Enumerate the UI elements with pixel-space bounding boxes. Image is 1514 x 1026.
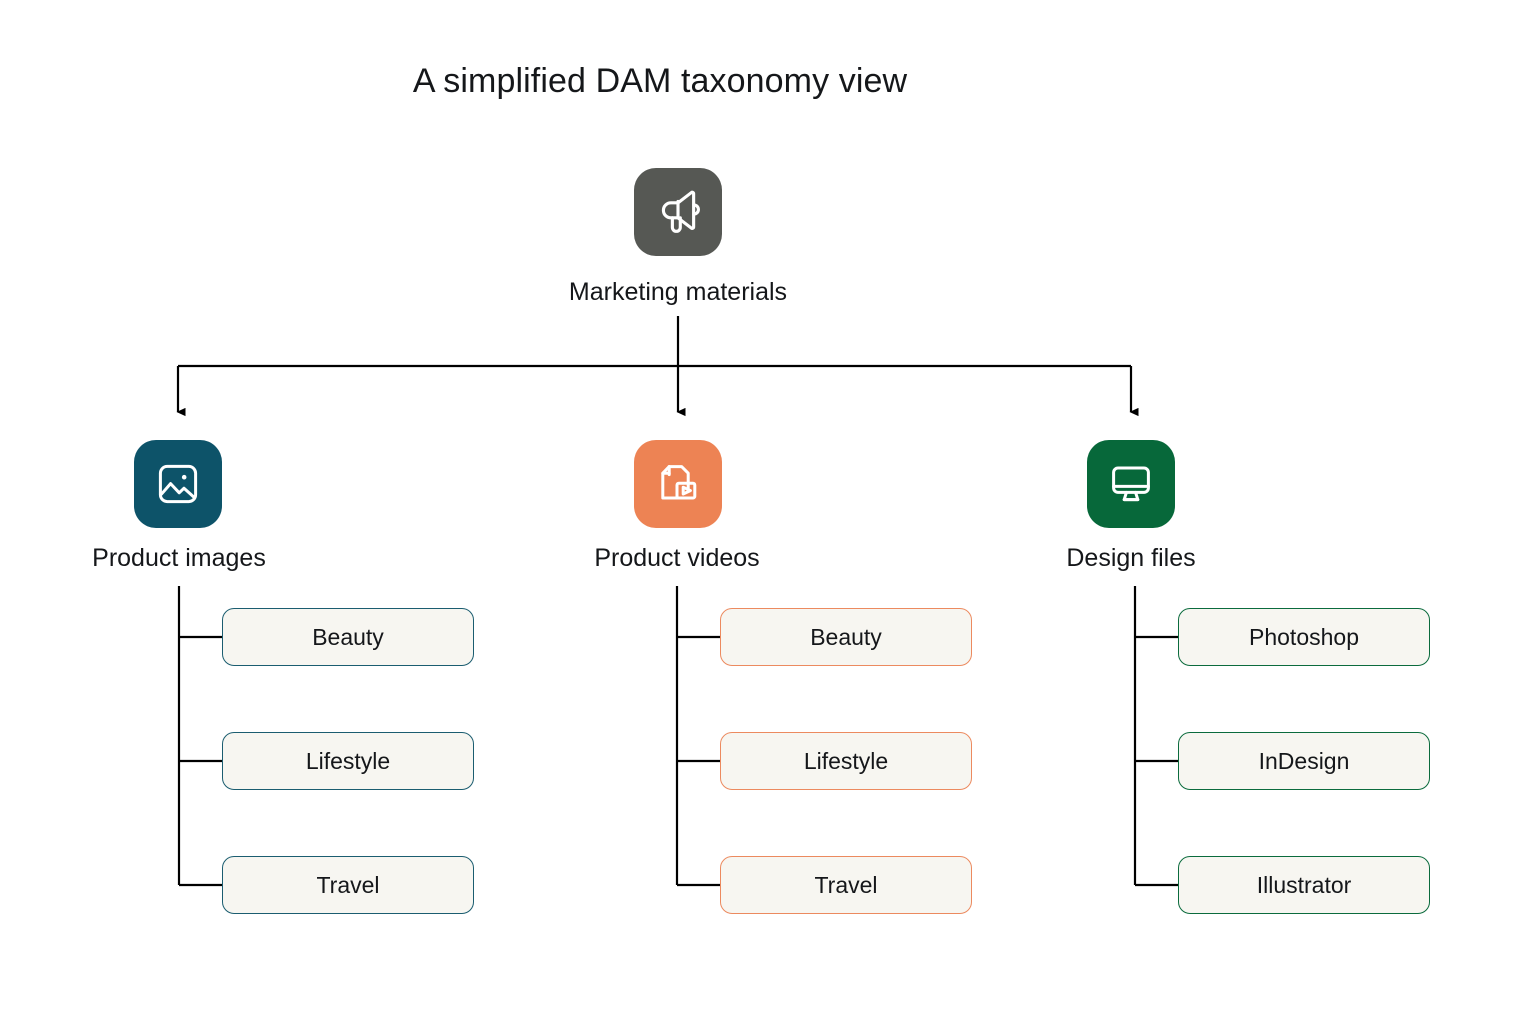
leaf-label: Illustrator (1256, 871, 1352, 898)
leaf-node[interactable]: Beauty (720, 608, 972, 666)
branch-tile-product-videos[interactable] (634, 440, 722, 528)
branch-label-design-files: Design files (1066, 544, 1196, 572)
leaf-label: Travel (814, 871, 878, 898)
branch-label-product-videos: Product videos (594, 544, 760, 572)
leaf-node[interactable]: Travel (720, 856, 972, 914)
leaf-node[interactable]: Illustrator (1178, 856, 1430, 914)
leaf-node[interactable]: Beauty (222, 608, 474, 666)
leaf-label: Lifestyle (305, 747, 391, 774)
diagram-canvas: A simplified DAM taxonomy view Marketing… (0, 0, 1514, 1026)
leaf-node[interactable]: Lifestyle (222, 732, 474, 790)
leaf-node[interactable]: InDesign (1178, 732, 1430, 790)
image-icon (158, 464, 198, 504)
leaf-node[interactable]: Lifestyle (720, 732, 972, 790)
leaf-node[interactable]: Photoshop (1178, 608, 1430, 666)
monitor-icon (1112, 466, 1150, 502)
leaf-label: Beauty (810, 623, 882, 650)
leaf-label: Lifestyle (803, 747, 889, 774)
leaf-node[interactable]: Travel (222, 856, 474, 914)
branch-tile-design-files[interactable] (1087, 440, 1175, 528)
root-node-label: Marketing materials (568, 278, 788, 306)
video-document-icon (661, 465, 697, 500)
megaphone-icon (661, 190, 700, 233)
leaf-label: Travel (316, 871, 380, 898)
branch-label-product-images: Product images (92, 544, 266, 572)
leaf-label: Photoshop (1249, 623, 1359, 650)
page-title: A simplified DAM taxonomy view (412, 62, 908, 100)
root-node-tile[interactable] (634, 168, 722, 256)
branch-tile-product-images[interactable] (134, 440, 222, 528)
leaf-label: Beauty (312, 623, 384, 650)
leaf-label: InDesign (1258, 747, 1350, 774)
